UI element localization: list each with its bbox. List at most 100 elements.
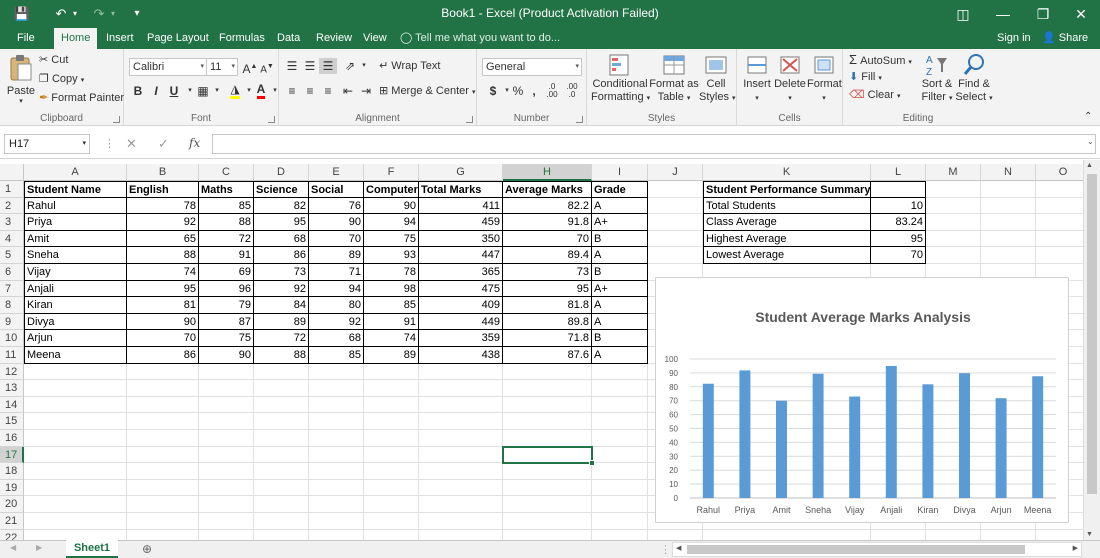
clipboard-launcher-icon[interactable] — [113, 116, 120, 123]
cell[interactable] — [926, 181, 981, 198]
cut-button[interactable]: ✂ Cut — [39, 53, 68, 66]
sort-filter-button[interactable]: AZ Sort & Filter ▾ — [917, 52, 957, 105]
student-name-cell[interactable]: Priya — [24, 214, 127, 231]
mark-cell[interactable]: 89.4 — [503, 247, 592, 264]
cell[interactable] — [981, 247, 1036, 264]
confirm-entry-icon[interactable]: ✓ — [158, 136, 169, 152]
mark-cell[interactable]: 84 — [254, 297, 309, 314]
cell[interactable] — [926, 529, 981, 540]
column-header-l[interactable]: L — [871, 164, 926, 181]
cell[interactable] — [926, 214, 981, 231]
row-header-7[interactable]: 7 — [0, 280, 24, 298]
cell[interactable] — [254, 513, 309, 530]
cell[interactable] — [648, 529, 703, 540]
conditional-formatting-button[interactable]: Conditional Formatting ▾ — [591, 52, 650, 105]
delete-cells-button[interactable]: Delete ▾ — [773, 52, 807, 105]
cell[interactable] — [364, 380, 419, 397]
paste-dropdown-icon[interactable]: ▾ — [6, 97, 36, 105]
row-header-4[interactable]: 4 — [0, 230, 24, 248]
wrap-text-button[interactable]: ↵ Wrap Text — [379, 59, 440, 72]
cell[interactable] — [419, 513, 503, 530]
cell[interactable] — [364, 413, 419, 430]
mark-cell[interactable]: 89 — [364, 347, 419, 364]
cell[interactable] — [981, 529, 1036, 540]
cell[interactable] — [503, 479, 592, 497]
share-button[interactable]: 👤 Share — [1042, 28, 1088, 49]
table-header-cell[interactable]: Grade — [592, 181, 648, 198]
horizontal-scrollbar[interactable]: ◀ ▶ — [672, 542, 1082, 557]
cell[interactable] — [364, 529, 419, 540]
column-header-i[interactable]: I — [592, 164, 648, 181]
table-header-cell[interactable]: Social — [309, 181, 364, 198]
mark-cell[interactable]: 95 — [254, 214, 309, 231]
cell[interactable] — [981, 181, 1036, 198]
bar-chart[interactable]: Student Average Marks Analysis 0 10 20 30 40 5… — [655, 277, 1069, 523]
mark-cell[interactable]: 90 — [309, 214, 364, 231]
cell[interactable] — [592, 413, 648, 430]
table-header-cell[interactable]: Total Marks — [419, 181, 503, 198]
cell[interactable] — [364, 463, 419, 480]
mark-cell[interactable]: 68 — [254, 230, 309, 248]
find-select-button[interactable]: Find & Select ▾ — [955, 52, 993, 105]
increase-font-icon[interactable]: A▲ — [241, 59, 259, 76]
mark-cell[interactable]: 70 — [503, 230, 592, 248]
mark-cell[interactable]: 81 — [127, 297, 199, 314]
cell[interactable] — [127, 529, 199, 540]
grade-cell[interactable]: A — [592, 297, 648, 314]
italic-button[interactable]: I — [147, 83, 165, 99]
student-name-cell[interactable]: Kiran — [24, 297, 127, 314]
row-header-15[interactable]: 15 — [0, 413, 24, 430]
cell[interactable] — [364, 496, 419, 513]
cell[interactable] — [503, 396, 592, 414]
mark-cell[interactable]: 78 — [127, 197, 199, 215]
cell[interactable] — [703, 529, 871, 540]
clear-button[interactable]: ⌫ Clear ▾ — [849, 88, 901, 101]
cell[interactable] — [254, 413, 309, 430]
cell[interactable] — [503, 513, 592, 530]
row-header-8[interactable]: 8 — [0, 297, 24, 314]
row-header-20[interactable]: 20 — [0, 496, 24, 513]
cell[interactable] — [419, 396, 503, 414]
cell[interactable] — [24, 496, 127, 513]
cell[interactable] — [309, 430, 364, 447]
scroll-down-icon[interactable]: ▼ — [1086, 531, 1093, 538]
mark-cell[interactable]: 89 — [309, 247, 364, 264]
row-header-6[interactable]: 6 — [0, 264, 24, 281]
mark-cell[interactable]: 88 — [254, 347, 309, 364]
bold-button[interactable]: B — [129, 83, 147, 99]
sign-in-link[interactable]: Sign in — [997, 28, 1031, 49]
cell[interactable] — [24, 479, 127, 497]
mark-cell[interactable]: 92 — [254, 280, 309, 298]
format-painter-button[interactable]: ✒ Format Painter — [39, 91, 124, 104]
mark-cell[interactable]: 92 — [127, 214, 199, 231]
borders-dropdown-icon[interactable]: ▾ — [208, 83, 226, 99]
cell[interactable] — [592, 496, 648, 513]
format-cells-button[interactable]: Format ▾ — [807, 52, 842, 105]
cell[interactable] — [592, 396, 648, 414]
cell[interactable] — [127, 479, 199, 497]
tab-page-layout[interactable]: Page Layout — [140, 28, 216, 49]
column-header-d[interactable]: D — [254, 164, 309, 181]
row-header-14[interactable]: 14 — [0, 396, 24, 414]
expand-formula-icon[interactable]: ⌄ — [1087, 137, 1094, 146]
table-header-cell[interactable]: Science — [254, 181, 309, 198]
student-name-cell[interactable]: Anjali — [24, 280, 127, 298]
table-header-cell[interactable]: Computer — [364, 181, 419, 198]
mark-cell[interactable]: 82 — [254, 197, 309, 215]
scroll-up-icon[interactable]: ▲ — [1086, 162, 1093, 169]
cell[interactable] — [24, 363, 127, 381]
cell[interactable] — [309, 479, 364, 497]
mark-cell[interactable]: 91 — [199, 247, 254, 264]
mark-cell[interactable]: 85 — [309, 347, 364, 364]
sheet-tab-sheet1[interactable]: Sheet1 — [66, 540, 118, 558]
row-header-5[interactable]: 5 — [0, 247, 24, 264]
mark-cell[interactable]: 70 — [127, 330, 199, 347]
cell[interactable] — [364, 446, 419, 464]
mark-cell[interactable]: 87.6 — [503, 347, 592, 364]
font-size-select[interactable]: 11 ▾ — [206, 58, 238, 76]
cell[interactable] — [199, 413, 254, 430]
cell[interactable] — [648, 247, 703, 264]
column-header-j[interactable]: J — [648, 164, 703, 181]
mark-cell[interactable]: 91.8 — [503, 214, 592, 231]
tab-home[interactable]: Home — [54, 28, 98, 49]
